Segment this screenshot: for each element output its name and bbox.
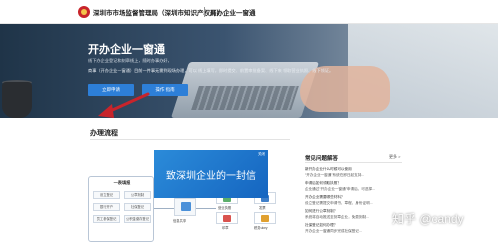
keyboard-image: [191, 86, 299, 110]
video-player[interactable]: 关闭 致深圳企业的一封信: [154, 150, 268, 198]
top-header: 深圳市市场监督管理局（深圳市知识产权局） 开办企业一窗通: [0, 0, 498, 24]
faq-item[interactable]: 新开办企业什么时候可以使用 “开办企业一窗通”系统在即日起支持...: [305, 166, 402, 178]
seal-label: 印章: [222, 226, 229, 230]
banner-title: 开办企业一窗通: [88, 44, 165, 56]
header-divider: [204, 7, 205, 17]
coffee-cup-image: [2, 82, 32, 118]
box-item: 设立登记: [93, 191, 120, 199]
flow-connector: [196, 208, 216, 209]
video-title: 致深圳企业的一封信: [166, 171, 256, 182]
one-form-box: 一表填报 设立登记 公章刻制 银行开户 社保登记 员工参保登记 公积金缴存登记: [88, 176, 154, 242]
faq-more-link[interactable]: 更多 >: [389, 154, 400, 160]
faq-answer: 开办企业一窗通同步完成社保登记...: [305, 229, 362, 233]
page: 深圳市市场监督管理局（深圳市知识产权局） 开办企业一窗通 开办企业一窗通 线下办…: [0, 0, 498, 242]
section-divider: [90, 139, 290, 140]
database-icon: [181, 202, 191, 211]
box-item: 社保登记: [124, 203, 151, 211]
banner-subtitle: 线下办企业登记和刻章线上，随时办事办好，: [88, 58, 172, 63]
tax-ukey-label: 税务ukey: [254, 226, 268, 230]
info-share-label: 信息共享: [173, 219, 187, 223]
faq-item[interactable]: 社保登记如何办理？ 开办企业一窗通同步完成社保登记...: [305, 222, 402, 234]
banner-description: 商事（开办企业一窗通）目前一件事无需到现场办理，可以 线上填写，即时提交、前置审…: [88, 68, 334, 73]
tax-ukey-node: [254, 212, 276, 224]
faq-answer: 企业通过“开办企业一窗通”申请后，可选择...: [305, 187, 376, 191]
faq-title: 常见问题解答: [305, 156, 339, 162]
operation-guide-button[interactable]: 操作 指南: [142, 84, 188, 96]
one-form-title: 一表填报: [113, 180, 131, 185]
video-close-button[interactable]: 关闭: [258, 152, 265, 157]
box-item: 银行开户: [93, 203, 120, 211]
flow-connector: [154, 208, 174, 209]
info-share-node: [174, 198, 196, 216]
hero-banner: 开办企业一窗通 线下办企业登记和刻章线上，随时办事办好， 商事（开办企业一窗通）…: [0, 24, 498, 118]
seal-icon: [223, 215, 231, 222]
invoice-label: 发票: [259, 206, 266, 210]
faq-answer: 设立登记需提交申请书、章程、身份证明...: [305, 201, 373, 205]
faq-item[interactable]: 开办企业需要哪些材料？ 设立登记需提交申请书、章程、身份证明...: [305, 194, 402, 206]
faq-answer: “开办企业一窗通”系统在即日起支持...: [305, 173, 365, 177]
process-section-title: 办理流程: [90, 130, 118, 137]
box-item: 公章刻制: [124, 191, 151, 199]
seal-node: [216, 212, 238, 224]
faq-answer: 系统将自动推送至刻章企业，免费刻制...: [305, 215, 370, 219]
faq-item[interactable]: 如何进行公章刻制？ 系统将自动推送至刻章企业，免费刻制...: [305, 208, 402, 220]
box-item: 公积金缴存登记: [124, 215, 151, 223]
license-label: 营业执照: [218, 206, 232, 210]
site-name[interactable]: 开办企业一窗通: [210, 7, 256, 17]
faq-item[interactable]: 申请后如何领取执照？ 企业通过“开办企业一窗通”申请后，可选择...: [305, 180, 402, 192]
faq-divider: [305, 162, 402, 163]
zhihu-watermark: 知乎 @candy: [392, 212, 464, 226]
logo-icon: [78, 6, 90, 18]
box-item: 员工参保登记: [93, 215, 120, 223]
apply-now-button[interactable]: 立即申请: [88, 84, 134, 96]
ukey-icon: [261, 215, 269, 222]
